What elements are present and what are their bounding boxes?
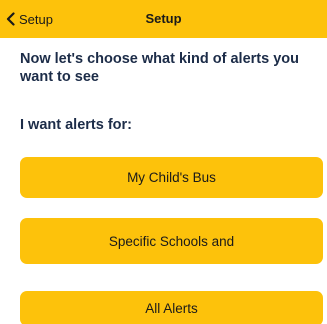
all-alerts-button[interactable]: All Alerts (20, 291, 323, 324)
my-childs-bus-button[interactable]: My Child's Bus (20, 157, 323, 198)
instructions-heading: Now let's choose what kind of alerts you… (20, 51, 299, 85)
specific-schools-button[interactable]: Specific Schools and (20, 218, 323, 264)
alerts-for-label: I want alerts for: (20, 117, 132, 133)
page-title: Setup (145, 11, 182, 26)
setup-screen: Setup Setup Now let's choose what kind o… (0, 0, 327, 324)
navigation-bar: Setup Setup (0, 0, 327, 38)
